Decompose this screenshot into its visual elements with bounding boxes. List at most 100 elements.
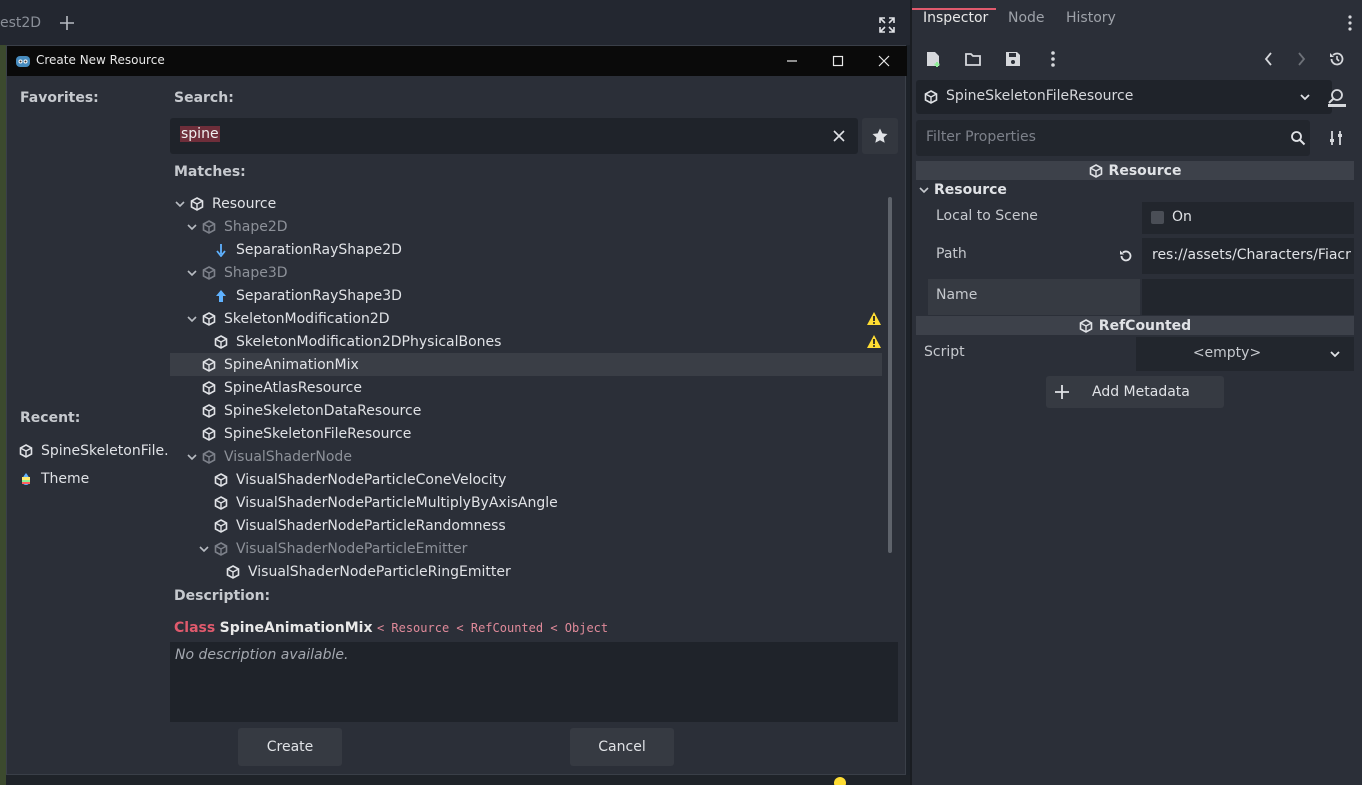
tree-item[interactable]: SpineSkeletonFileResource [170, 422, 882, 445]
section-header-refcounted[interactable]: RefCounted [916, 316, 1354, 335]
new-resource-icon[interactable] [924, 50, 942, 68]
more-vertical-icon[interactable] [1044, 50, 1062, 68]
inheritance-chain[interactable]: < Resource < RefCounted < Object [377, 621, 608, 635]
refcounted-cube-icon [1079, 318, 1093, 333]
revert-icon[interactable] [1118, 248, 1134, 264]
resource-cube-icon [19, 444, 33, 458]
chevron-down-icon[interactable] [1328, 347, 1342, 361]
tree-item-label: SeparationRayShape3D [236, 287, 402, 304]
section-title: Resource [1108, 162, 1182, 179]
search-label: Search: [174, 90, 234, 106]
search-input[interactable]: spine [170, 118, 858, 154]
tree-item-label: SkeletonModification2D [224, 310, 390, 327]
save-icon[interactable] [1004, 50, 1022, 68]
tree-item[interactable]: SpineAtlasResource [170, 376, 882, 399]
resource-selector[interactable]: SpineSkeletonFileResource [916, 80, 1332, 114]
add-icon [1055, 385, 1069, 399]
resource-cube-icon [1089, 163, 1102, 178]
tab-inspector[interactable]: Inspector [923, 10, 988, 26]
tree-item[interactable]: SkeletonModification2D [170, 307, 882, 330]
chevron-down-icon[interactable] [186, 221, 198, 233]
description-box: No description available. [170, 642, 898, 722]
checkbox-label: On [1172, 209, 1192, 225]
tree-item[interactable]: Resource [170, 192, 882, 215]
recent-item[interactable]: Theme [19, 466, 169, 492]
tree-item[interactable]: VisualShaderNodeParticleRandomness [170, 514, 882, 537]
arrow-down-icon [214, 243, 228, 257]
class-name[interactable]: SpineAnimationMix [220, 620, 373, 636]
chevron-down-icon [919, 187, 929, 194]
minimize-icon[interactable] [783, 52, 801, 70]
path-value[interactable]: res://assets/Characters/Fiacr [1152, 247, 1351, 263]
clear-icon[interactable] [830, 127, 848, 145]
local-to-scene-label: Local to Scene [936, 208, 1038, 224]
path-label: Path [936, 246, 967, 262]
section-header-resource[interactable]: Resource [916, 161, 1354, 180]
tree-item-label: VisualShaderNodeParticleMultiplyByAxisAn… [236, 494, 558, 511]
warning-icon [866, 334, 882, 350]
load-resource-icon[interactable] [964, 50, 982, 68]
resource-cube-icon [202, 380, 216, 395]
tree-item[interactable]: VisualShaderNodeParticleRingEmitter [170, 560, 882, 583]
local-to-scene-checkbox[interactable]: On [1142, 202, 1354, 234]
search-input-value[interactable]: spine [180, 126, 220, 142]
tree-item[interactable]: Shape2D [170, 215, 882, 238]
name-field[interactable] [1142, 279, 1354, 315]
filter-properties-input[interactable]: Filter Properties [916, 120, 1310, 156]
dialog-titlebar[interactable]: Create New Resource [7, 46, 907, 76]
history-icon[interactable] [1328, 50, 1346, 68]
add-metadata-button[interactable]: Add Metadata [1046, 376, 1224, 408]
tree-item[interactable]: SeparationRayShape2D [170, 238, 882, 261]
description-label: Description: [174, 588, 271, 604]
chevron-down-icon[interactable] [174, 198, 186, 210]
scene-tab[interactable]: est2D [0, 8, 48, 38]
checkbox-icon[interactable] [1151, 211, 1164, 224]
tree-item-label: Resource [212, 195, 277, 212]
documentation-icon[interactable] [1326, 88, 1348, 108]
tree-item[interactable]: VisualShaderNodeParticleEmitter [170, 537, 882, 560]
chevron-down-icon[interactable] [186, 313, 198, 325]
warning-icon [866, 311, 882, 327]
tree-item-label: SpineSkeletonFileResource [224, 425, 412, 442]
create-new-resource-dialog: Create New Resource Favorites: Recent: S… [6, 45, 907, 775]
add-scene-tab-icon[interactable] [58, 14, 76, 32]
tree-item[interactable]: SpineAnimationMix [170, 353, 882, 376]
star-icon [872, 128, 888, 143]
editor-bottom-bar [6, 775, 910, 785]
resource-cube-icon [202, 426, 216, 441]
cancel-button[interactable]: Cancel [570, 728, 674, 766]
close-icon[interactable] [875, 52, 893, 70]
script-picker[interactable]: <empty> [1136, 337, 1354, 371]
tree-scrollbar[interactable] [888, 197, 892, 553]
tools-icon[interactable] [1328, 130, 1344, 146]
distraction-free-icon[interactable] [878, 16, 896, 34]
resource-selector-label: SpineSkeletonFileResource [946, 88, 1134, 104]
tab-history[interactable]: History [1066, 10, 1116, 26]
favorite-toggle-button[interactable] [862, 118, 898, 154]
tab-node[interactable]: Node [1008, 10, 1045, 26]
path-field[interactable]: res://assets/Characters/Fiacr [1142, 238, 1354, 274]
editor-scene-tabbar [0, 0, 910, 45]
maximize-icon[interactable] [829, 52, 847, 70]
group-resource[interactable]: Resource [918, 182, 1007, 198]
tree-item[interactable]: VisualShaderNode [170, 445, 882, 468]
chevron-down-icon [1298, 90, 1312, 104]
forward-icon[interactable] [1292, 50, 1310, 68]
recent-item-label: Theme [41, 471, 90, 487]
chevron-down-icon[interactable] [186, 267, 198, 279]
arrow-up-icon [214, 289, 228, 303]
more-vertical-icon[interactable] [1346, 14, 1354, 32]
tree-item[interactable]: SpineSkeletonDataResource [170, 399, 882, 422]
recent-item[interactable]: SpineSkeletonFile... [19, 438, 169, 464]
chevron-down-icon[interactable] [198, 543, 210, 555]
tree-item[interactable]: SeparationRayShape3D [170, 284, 882, 307]
matches-tree[interactable]: Resource Shape2D SeparationRayShape2D Shape… [170, 191, 900, 580]
tree-item[interactable]: VisualShaderNodeParticleConeVelocity [170, 468, 882, 491]
tree-item[interactable]: SkeletonModification2DPhysicalBones [170, 330, 882, 353]
chevron-down-icon[interactable] [186, 451, 198, 463]
search-icon [1290, 130, 1306, 146]
create-button[interactable]: Create [238, 728, 342, 766]
back-icon[interactable] [1260, 50, 1278, 68]
tree-item[interactable]: Shape3D [170, 261, 882, 284]
tree-item[interactable]: VisualShaderNodeParticleMultiplyByAxisAn… [170, 491, 882, 514]
